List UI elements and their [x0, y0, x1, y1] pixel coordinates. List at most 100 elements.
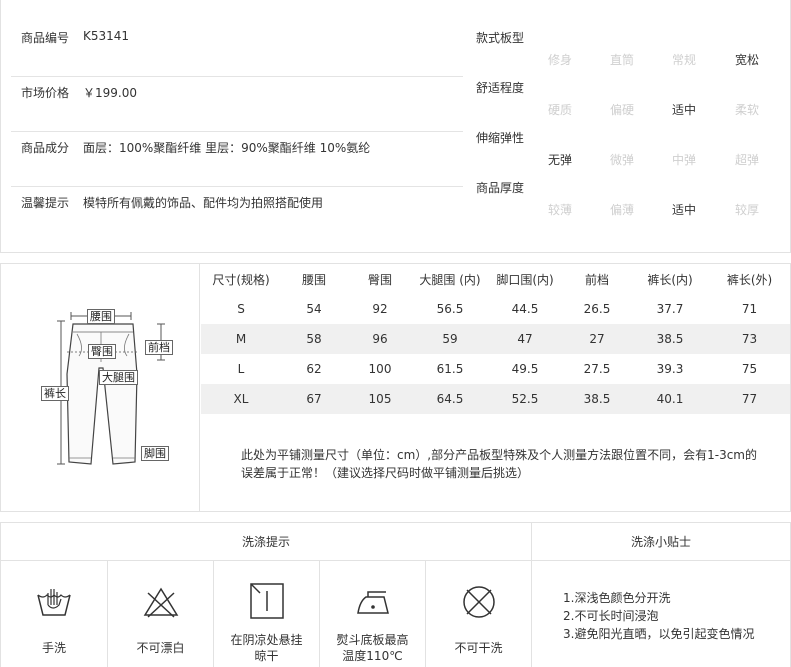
table-row: XL 67 105 64.5 52.5 38.5 40.1 77: [201, 384, 790, 414]
wash-caption: 不可干洗: [454, 641, 503, 655]
table-cell: 61.5: [436, 362, 464, 376]
table-cell: 38.5: [563, 384, 631, 414]
column-header: 臀围: [367, 272, 392, 287]
table-cell: 54: [306, 302, 322, 316]
wash-caption: 不可漂白: [136, 641, 185, 655]
table-cell: 96: [347, 324, 413, 354]
diagram-label-thigh: 大腿围: [99, 370, 138, 385]
wash-tip: 3.避免阳光直晒，以免引起变色情况: [563, 627, 755, 641]
attribute-option: 直筒: [609, 53, 634, 67]
column-header: 裤长(内): [647, 272, 693, 287]
table-cell: 62: [306, 362, 322, 376]
table-cell: 71: [741, 302, 758, 316]
wash-caption-line: 熨斗底板最高: [336, 633, 409, 647]
table-cell: 67: [281, 384, 347, 414]
table-cell: 27: [563, 324, 631, 354]
wash-title: 洗涤提示: [1, 523, 532, 561]
size-note-line: 此处为平铺测量尺寸（单位：cm）,部分产品板型特殊及个人测量方法跟位置不同，会有…: [241, 448, 757, 462]
wash-caption-line: 晾干: [254, 649, 279, 663]
wash-item-hand-wash: 手洗: [1, 561, 108, 667]
wash-tips-list: 1.深浅色颜色分开洗 2.不可长时间浸泡 3.避免阳光直晒，以免引起变色情况: [563, 589, 754, 643]
attribute-option: 柔软: [734, 103, 759, 117]
wash-caption-line: 温度110℃: [342, 649, 403, 663]
attribute-option-selected: 宽松: [734, 53, 759, 67]
diagram-label-length: 裤长: [41, 386, 69, 401]
table-cell: 75: [741, 362, 758, 376]
attribute-option-selected: 适中: [671, 103, 696, 117]
info-label: 市场价格: [21, 86, 70, 100]
table-cell: 77: [709, 384, 790, 414]
diagram-label-hip: 臀围: [88, 344, 116, 359]
table-cell: L: [237, 362, 245, 376]
diagram-label-front-rise: 前档: [145, 340, 173, 355]
table-cell: 73: [709, 324, 790, 354]
info-label: 商品成分: [21, 141, 70, 155]
table-cell: 40.1: [631, 384, 709, 414]
no-bleach-icon: [143, 587, 178, 618]
table-cell: M: [201, 324, 281, 354]
attribute-option: 常规: [671, 53, 696, 67]
column-header: 裤长(外): [726, 272, 773, 287]
wash-tips-title: 洗涤小贴士: [532, 523, 790, 561]
info-row-material: 商品成分 面层：100%聚酯纤维 里层：90%聚酯纤维 10%氨纶: [11, 132, 463, 187]
table-cell: 64.5: [413, 384, 487, 414]
attribute-option-selected: 无弹: [547, 153, 572, 167]
wash-item-no-bleach: 不可漂白: [108, 561, 214, 667]
table-cell: 47: [487, 324, 563, 354]
diagram-label-hem: 脚围: [141, 446, 169, 461]
table-cell: 58: [281, 324, 347, 354]
table-cell: 39.3: [656, 362, 684, 376]
wash-caption: 手洗: [41, 641, 66, 655]
table-cell: 52.5: [487, 384, 563, 414]
table-cell: 26.5: [583, 302, 611, 316]
info-value: 模特所有佩戴的饰品、配件均为拍照搭配使用: [83, 196, 324, 210]
diagram-label-waist: 腰围: [87, 309, 115, 324]
wash-caption-line: 在阴凉处悬挂: [230, 633, 303, 647]
info-label: 商品编号: [21, 31, 70, 45]
wash-item-hang-dry: 在阴凉处悬挂 晾干: [214, 561, 320, 667]
wash-item-no-dry-clean: 不可干洗: [426, 561, 532, 667]
table-cell: S: [237, 302, 245, 316]
attribute-option: 偏硬: [609, 103, 634, 117]
product-info-panel: 商品编号 K53141 市场价格 ￥199.00 商品成分 面层：100%聚酯纤…: [0, 0, 791, 253]
table-cell: 49.5: [511, 362, 539, 376]
table-cell: 27.5: [583, 362, 611, 376]
column-header: 脚口围(内): [496, 272, 554, 287]
hand-wash-icon: [37, 589, 71, 616]
attribute-option: 修身: [547, 53, 572, 67]
attribute-label: 伸缩弹性: [476, 131, 525, 145]
size-table: 尺寸(规格) 腰围 臀围 大腿围 (内) 脚口围(内) 前档 裤长(内) 裤长(…: [201, 264, 790, 414]
wash-caption: 在阴凉处悬挂 晾干: [214, 632, 319, 664]
size-note: 此处为平铺测量尺寸（单位：cm）,部分产品板型特殊及个人测量方法跟位置不同，会有…: [241, 446, 771, 482]
table-cell: 92: [372, 302, 388, 316]
column-header: 腰围: [301, 272, 326, 287]
table-cell: 105: [347, 384, 413, 414]
attribute-option: 偏薄: [609, 203, 634, 217]
no-dry-clean-icon: [462, 586, 495, 618]
size-note-line: 误差属于正常！（建议选择尺码时做平铺测量后挑选）: [241, 466, 530, 480]
info-row-code: 商品编号 K53141: [11, 22, 463, 77]
info-label: 温馨提示: [21, 196, 70, 210]
table-cell: XL: [201, 384, 281, 414]
table-cell: 59: [413, 324, 487, 354]
attribute-option: 微弹: [609, 153, 634, 167]
attribute-option: 超弹: [734, 153, 759, 167]
info-row-tip: 温馨提示 模特所有佩戴的饰品、配件均为拍照搭配使用: [11, 187, 463, 242]
wash-tip: 2.不可长时间浸泡: [563, 609, 659, 623]
size-table-header: 尺寸(规格) 腰围 臀围 大腿围 (内) 脚口围(内) 前档 裤长(内) 裤长(…: [201, 264, 790, 294]
attribute-label: 商品厚度: [476, 181, 525, 195]
attribute-option: 较厚: [734, 203, 759, 217]
wash-tip: 1.深浅色颜色分开洗: [563, 591, 671, 605]
info-value: ￥199.00: [83, 86, 137, 100]
wash-panel: 洗涤提示 洗涤小贴士 手洗 不可漂白 在阴凉处悬挂 晾干 熨斗底板最高 温度11…: [0, 522, 791, 667]
wash-caption: 熨斗底板最高 温度110℃: [320, 632, 425, 664]
attribute-option: 中弹: [671, 153, 696, 167]
column-header: 大腿围 (内): [419, 272, 481, 287]
table-row: S 54 92 56.5 44.5 26.5 37.7 71: [201, 294, 790, 324]
table-cell: 100: [368, 362, 392, 376]
hang-dry-shade-icon: [249, 583, 284, 619]
table-cell: 38.5: [631, 324, 709, 354]
attribute-label: 款式板型: [476, 31, 525, 45]
table-cell: 44.5: [511, 302, 539, 316]
column-header: 尺寸(规格): [212, 272, 270, 287]
